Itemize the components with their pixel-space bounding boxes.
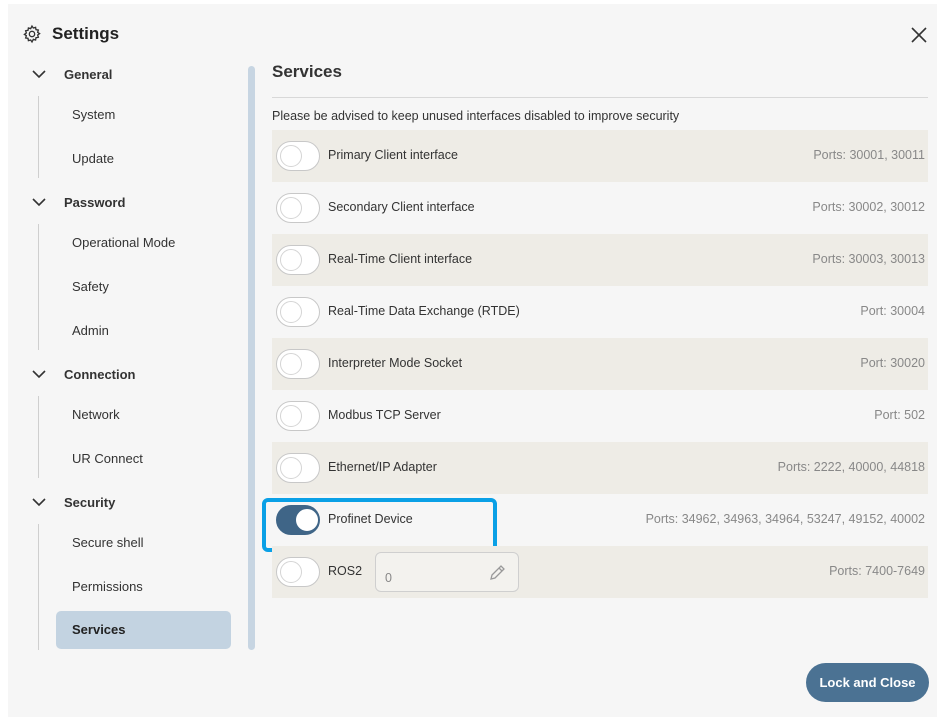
nav-section-label: Password xyxy=(64,195,126,210)
gear-icon xyxy=(23,24,41,44)
sidebar-item-label: Safety xyxy=(72,279,109,294)
toggle-knob xyxy=(280,405,302,427)
toggle-knob xyxy=(280,249,302,271)
service-toggle[interactable] xyxy=(276,297,320,327)
nav-section-connection[interactable]: Connection xyxy=(8,360,248,390)
sidebar-item-label: Operational Mode xyxy=(72,235,176,250)
settings-dialog: Settings General System Update Password … xyxy=(8,4,937,717)
service-row-ros2: ROS2 0 Ports: 7400-7649 xyxy=(272,546,928,598)
service-row-ethernet-ip: Ethernet/IP Adapter Ports: 2222, 40000, … xyxy=(272,442,928,494)
service-row-interpreter-mode: Interpreter Mode Socket Port: 30020 xyxy=(272,338,928,390)
toggle-knob xyxy=(280,457,302,479)
sidebar-item-system[interactable]: System xyxy=(56,96,231,134)
nav-tree-line xyxy=(38,524,39,650)
service-row-real-time-client: Real-Time Client interface Ports: 30003,… xyxy=(272,234,928,286)
security-advice-text: Please be advised to keep unused interfa… xyxy=(272,109,680,123)
nav-section-password[interactable]: Password xyxy=(8,188,248,218)
service-toggle[interactable] xyxy=(276,453,320,483)
service-toggle[interactable] xyxy=(276,349,320,379)
page-title: Services xyxy=(272,62,342,81)
sidebar-item-ur-connect[interactable]: UR Connect xyxy=(56,440,231,478)
nav-section-general[interactable]: General xyxy=(8,60,248,90)
sidebar-item-label: Permissions xyxy=(72,579,143,594)
service-name: Profinet Device xyxy=(328,512,413,526)
nav-section-label: General xyxy=(64,67,113,82)
sidebar-item-secure-shell[interactable]: Secure shell xyxy=(56,524,231,562)
toggle-knob xyxy=(280,197,302,219)
service-ports: Port: 30004 xyxy=(860,304,925,318)
nav-tree-line xyxy=(38,224,39,350)
nav-tree-line xyxy=(38,96,39,178)
sidebar-scrollbar[interactable] xyxy=(248,66,255,650)
service-name: Real-Time Data Exchange (RTDE) xyxy=(328,304,520,318)
chevron-down-icon xyxy=(32,370,46,379)
ros2-input-value: 0 xyxy=(385,571,392,585)
sidebar-item-services[interactable]: Services xyxy=(56,611,231,649)
service-ports: Port: 502 xyxy=(874,408,925,422)
nav-section-security[interactable]: Security xyxy=(8,488,248,518)
chevron-down-icon xyxy=(32,498,46,507)
sidebar-item-operational-mode[interactable]: Operational Mode xyxy=(56,224,231,262)
nav-section-label: Connection xyxy=(64,367,136,382)
service-ports: Port: 30020 xyxy=(860,356,925,370)
service-name: Modbus TCP Server xyxy=(328,408,441,422)
service-name: Interpreter Mode Socket xyxy=(328,356,463,370)
sidebar-item-label: Update xyxy=(72,151,114,166)
service-row-secondary-client: Secondary Client interface Ports: 30002,… xyxy=(272,182,928,234)
chevron-down-icon xyxy=(32,70,46,79)
sidebar-item-label: System xyxy=(72,107,116,122)
service-toggle[interactable] xyxy=(276,193,320,223)
service-row-primary-client: Primary Client interface Ports: 30001, 3… xyxy=(272,130,928,182)
sidebar-item-safety[interactable]: Safety xyxy=(56,268,231,306)
sidebar-item-label: Services xyxy=(72,622,126,637)
toggle-knob xyxy=(280,353,302,375)
service-toggle[interactable] xyxy=(276,245,320,275)
service-name: ROS2 xyxy=(328,564,363,578)
pencil-icon[interactable] xyxy=(488,562,508,582)
toggle-knob xyxy=(280,561,302,583)
service-toggle[interactable] xyxy=(276,141,320,171)
service-toggle[interactable] xyxy=(276,557,320,587)
sidebar-item-permissions[interactable]: Permissions xyxy=(56,568,231,606)
toggle-knob xyxy=(280,145,302,167)
service-row-rtde: Real-Time Data Exchange (RTDE) Port: 300… xyxy=(272,286,928,338)
service-toggle[interactable] xyxy=(276,401,320,431)
service-ports: Ports: 2222, 40000, 44818 xyxy=(777,460,925,474)
lock-and-close-button[interactable]: Lock and Close xyxy=(806,663,929,702)
chevron-down-icon xyxy=(32,198,46,207)
nav-tree-line xyxy=(38,396,39,478)
sidebar-item-label: Admin xyxy=(72,323,109,338)
sidebar-item-label: Secure shell xyxy=(72,535,144,550)
service-name: Primary Client interface xyxy=(328,148,458,162)
settings-sidebar: General System Update Password Operation… xyxy=(8,56,248,656)
dialog-header: Settings xyxy=(8,4,937,54)
sidebar-item-network[interactable]: Network xyxy=(56,396,231,434)
service-row-profinet: Profinet Device Ports: 34962, 34963, 349… xyxy=(262,494,928,552)
service-name: Ethernet/IP Adapter xyxy=(328,460,437,474)
service-ports: Ports: 34962, 34963, 34964, 53247, 49152… xyxy=(645,512,925,526)
service-ports: Ports: 30001, 30011 xyxy=(813,148,925,162)
close-icon[interactable] xyxy=(908,24,930,46)
service-ports: Ports: 30003, 30013 xyxy=(812,252,925,266)
service-name: Secondary Client interface xyxy=(328,200,475,214)
ros2-domain-input[interactable]: 0 xyxy=(375,552,519,592)
sidebar-item-update[interactable]: Update xyxy=(56,140,231,178)
title-divider xyxy=(272,97,928,98)
dialog-title: Settings xyxy=(52,24,120,43)
service-row-modbus: Modbus TCP Server Port: 502 xyxy=(272,390,928,442)
service-toggle[interactable] xyxy=(276,505,320,535)
service-ports: Ports: 30002, 30012 xyxy=(812,200,925,214)
sidebar-item-label: UR Connect xyxy=(72,451,143,466)
toggle-knob xyxy=(296,509,318,531)
service-ports: Ports: 7400-7649 xyxy=(829,564,925,578)
toggle-knob xyxy=(280,301,302,323)
sidebar-item-label: Network xyxy=(72,407,120,422)
nav-section-label: Security xyxy=(64,495,116,510)
sidebar-item-admin[interactable]: Admin xyxy=(56,312,231,350)
service-name: Real-Time Client interface xyxy=(328,252,473,266)
